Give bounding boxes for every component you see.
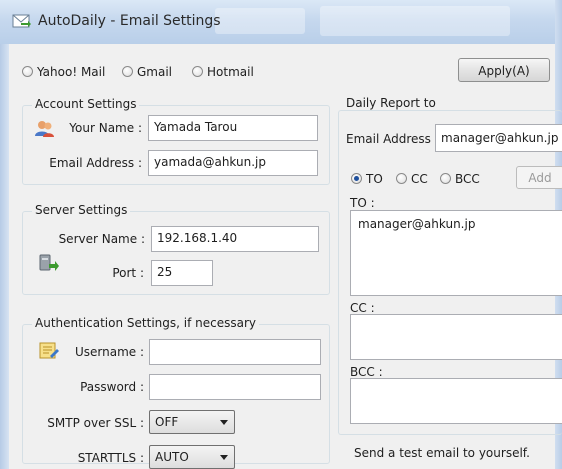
smtp-ssl-label: SMTP over SSL : bbox=[47, 416, 144, 430]
auth-settings-title: Authentication Settings, if necessary bbox=[32, 316, 259, 330]
smtp-ssl-value: OFF bbox=[155, 415, 179, 429]
radio-to-label[interactable]: TO bbox=[366, 172, 383, 186]
users-icon bbox=[35, 121, 54, 137]
starttls-select[interactable]: AUTO bbox=[149, 445, 235, 469]
server-name-input[interactable]: 192.168.1.40 bbox=[151, 226, 319, 252]
username-input[interactable] bbox=[149, 339, 321, 365]
username-label: Username : bbox=[74, 345, 144, 359]
radio-cc[interactable] bbox=[396, 173, 407, 184]
cc-textarea[interactable] bbox=[350, 314, 562, 360]
test-email-text: Send a test email to yourself. bbox=[354, 446, 530, 460]
title-bar-glass bbox=[215, 8, 305, 34]
radio-yahoo-mail[interactable] bbox=[22, 66, 33, 77]
radio-gmail-label[interactable]: Gmail bbox=[137, 65, 172, 79]
smtp-ssl-select[interactable]: OFF bbox=[149, 410, 235, 434]
add-button[interactable]: Add bbox=[516, 166, 562, 189]
your-name-label: Your Name : bbox=[69, 121, 142, 135]
radio-to[interactable] bbox=[351, 173, 362, 184]
report-email-label: Email Address : bbox=[346, 132, 439, 146]
radio-bcc[interactable] bbox=[440, 173, 451, 184]
to-label: TO : bbox=[350, 196, 375, 210]
chevron-down-icon bbox=[220, 455, 228, 460]
your-name-input[interactable]: Yamada Tarou bbox=[148, 115, 318, 141]
radio-yahoo-mail-label[interactable]: Yahoo! Mail bbox=[37, 65, 105, 79]
starttls-label: STARTTLS : bbox=[77, 451, 144, 465]
title-bar-glass bbox=[320, 6, 510, 36]
radio-hotmail[interactable] bbox=[192, 66, 203, 77]
port-input[interactable]: 25 bbox=[151, 260, 213, 286]
apply-button[interactable]: Apply(A) bbox=[458, 58, 550, 82]
radio-bcc-label[interactable]: BCC bbox=[455, 172, 480, 186]
to-textarea[interactable]: manager@ahkun.jp bbox=[350, 210, 562, 296]
report-email-input[interactable]: manager@ahkun.jp bbox=[435, 124, 562, 152]
notepad-icon bbox=[39, 342, 59, 359]
password-label: Password : bbox=[80, 380, 144, 394]
window-title: AutoDaily - Email Settings bbox=[38, 13, 221, 29]
window-frame-left bbox=[0, 44, 9, 469]
chevron-down-icon bbox=[220, 420, 228, 425]
radio-gmail[interactable] bbox=[122, 66, 133, 77]
email-app-icon bbox=[12, 14, 31, 28]
radio-hotmail-label[interactable]: Hotmail bbox=[207, 65, 254, 79]
server-settings-title: Server Settings bbox=[32, 203, 131, 217]
password-input[interactable] bbox=[149, 374, 321, 400]
server-icon bbox=[39, 254, 59, 271]
account-email-label: Email Address : bbox=[49, 156, 142, 170]
bcc-textarea[interactable] bbox=[350, 378, 562, 424]
bcc-label: BCC : bbox=[350, 365, 383, 379]
starttls-value: AUTO bbox=[155, 450, 189, 464]
cc-label: CC : bbox=[350, 301, 375, 315]
port-label: Port : bbox=[112, 266, 144, 280]
account-settings-title: Account Settings bbox=[32, 97, 140, 111]
daily-report-title: Daily Report to bbox=[343, 96, 439, 110]
radio-cc-label[interactable]: CC bbox=[411, 172, 428, 186]
account-email-input[interactable]: yamada@ahkun.jp bbox=[148, 150, 318, 176]
server-name-label: Server Name : bbox=[58, 232, 145, 246]
